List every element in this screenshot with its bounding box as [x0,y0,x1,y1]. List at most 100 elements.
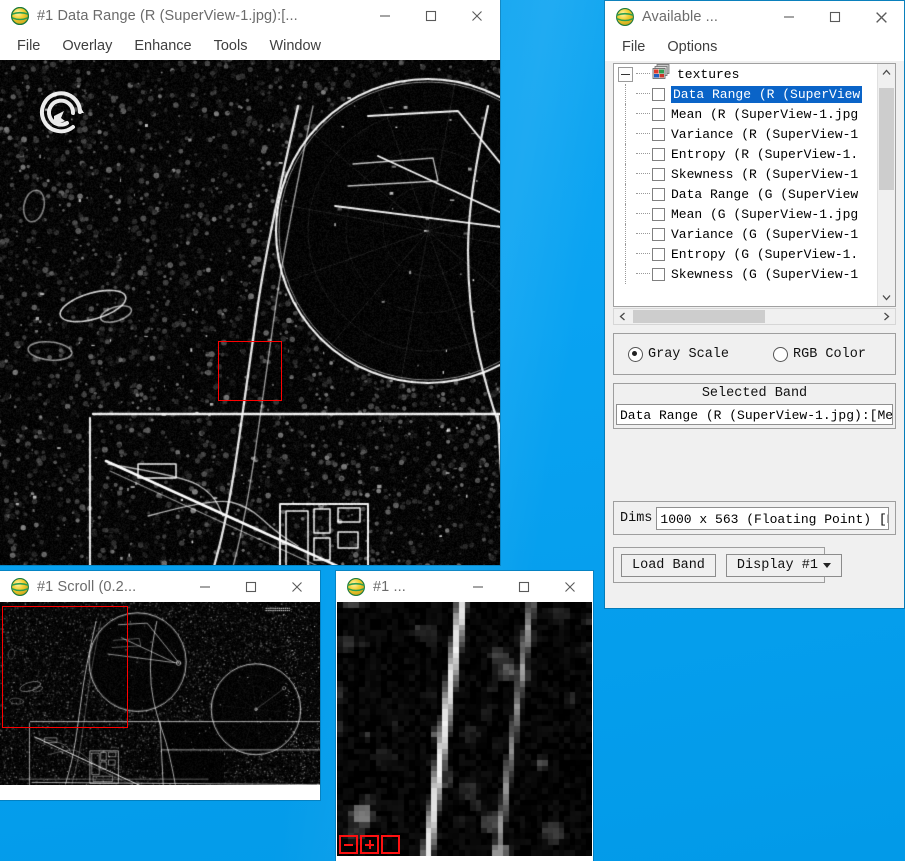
band-checkbox[interactable] [652,127,665,141]
menu-file[interactable]: File [8,36,49,56]
zoom-window-titlebar[interactable]: #1 ... [336,571,593,602]
tree-item-band[interactable]: Mean (R (SuperView-1.jpg [614,104,878,124]
close-icon[interactable] [547,571,593,602]
band-tree-panel[interactable]: textures Data Range (R (SuperView Mean (R… [613,63,896,307]
main-image-canvas[interactable] [0,60,500,565]
zoom-image-canvas[interactable] [337,602,592,856]
horizontal-scroll-thumb[interactable] [633,310,765,323]
main-display-window[interactable]: #1 Data Range (R (SuperView-1.jpg):[... … [0,0,500,565]
selected-band-group: Selected Band Data Range (R (SuperView-1… [613,383,896,429]
tree-item-band[interactable]: Entropy (R (SuperView-1. [614,144,878,164]
available-bands-titlebar[interactable]: Available ... [605,1,904,33]
scroll-right-icon[interactable] [878,309,895,324]
selected-band-field[interactable]: Data Range (R (SuperView-1.jpg):[Mem [616,404,893,425]
main-display-menubar[interactable]: File Overlay Enhance Tools Window [0,32,500,60]
available-bands-window-controls [766,1,904,33]
tree-connector [636,233,650,235]
minimize-icon[interactable] [766,1,812,33]
zoom-window-title: #1 ... [373,578,406,595]
main-display-titlebar[interactable]: #1 Data Range (R (SuperView-1.jpg):[... [0,0,500,32]
menu-file[interactable]: File [613,37,654,57]
band-checkbox[interactable] [652,187,665,201]
band-label: Entropy (G (SuperView-1. [671,246,859,262]
load-band-button[interactable]: Load Band [621,553,716,577]
scroll-overview-window[interactable]: #1 Scroll (0.2... [0,571,320,800]
display-selector-label: Display #1 [736,557,818,573]
zoom-control-cluster[interactable] [339,835,400,854]
tree-item-band[interactable]: Mean (G (SuperView-1.jpg [614,204,878,224]
scroll-up-icon[interactable] [878,64,895,81]
scroll-image-canvas[interactable] [0,602,320,785]
band-tree-horizontal-scrollbar[interactable] [613,308,896,325]
menu-window[interactable]: Window [260,36,330,56]
tree-item-band[interactable]: Variance (R (SuperView-1 [614,124,878,144]
maximize-icon[interactable] [228,571,274,602]
scroll-window-controls [182,571,320,602]
tree-item-band[interactable]: Skewness (R (SuperView-1 [614,164,878,184]
menu-options[interactable]: Options [658,37,726,57]
band-checkbox[interactable] [652,147,665,161]
maximize-icon[interactable] [501,571,547,602]
tree-connector [636,113,650,115]
minimize-icon[interactable] [182,571,228,602]
display-selector-button[interactable]: Display #1 [725,553,842,577]
band-tree-scroll-area[interactable]: textures Data Range (R (SuperView Mean (R… [614,64,878,306]
collapse-expander-icon[interactable] [618,66,633,82]
scroll-left-icon[interactable] [614,309,631,324]
tree-root-textures[interactable]: textures [614,64,878,84]
available-bands-window[interactable]: Available ... File Options textures Data… [605,1,904,608]
select-box-icon[interactable] [381,835,400,854]
tree-item-band[interactable]: Entropy (G (SuperView-1. [614,244,878,264]
tree-connector [625,104,626,124]
tree-item-band[interactable]: Data Range (G (SuperView [614,184,878,204]
chevron-down-icon [822,562,831,568]
tree-connector [636,93,650,95]
radio-rgb-color[interactable]: RGB Color [773,346,866,362]
tree-item-band[interactable]: Variance (G (SuperView-1 [614,224,878,244]
band-tree-vertical-scrollbar[interactable] [877,64,895,306]
tree-connector [636,133,650,135]
band-checkbox[interactable] [652,107,665,121]
envi-globe-icon [346,577,366,597]
maximize-icon[interactable] [408,0,454,32]
menu-overlay[interactable]: Overlay [53,36,121,56]
minimize-icon[interactable] [455,571,501,602]
tree-item-band[interactable]: Skewness (G (SuperView-1 [614,264,878,284]
maximize-icon[interactable] [812,1,858,33]
band-checkbox[interactable] [652,87,665,101]
main-display-title: #1 Data Range (R (SuperView-1.jpg):[... [37,8,298,24]
band-checkbox[interactable] [652,167,665,181]
radio-gray-scale[interactable]: Gray Scale [628,346,729,362]
tree-connector [636,153,650,155]
band-label: Mean (R (SuperView-1.jpg [671,106,859,122]
tree-connector [636,73,650,75]
tree-item-band[interactable]: Data Range (R (SuperView [614,84,878,104]
tree-connector [636,173,650,175]
zoom-out-icon[interactable] [339,835,358,854]
envi-globe-icon [10,6,30,26]
dims-label: Dims [620,510,653,526]
dims-field[interactable]: 1000 x 563 (Floating Point) [B: [656,506,889,530]
band-checkbox[interactable] [652,207,665,221]
scroll-window-title: #1 Scroll (0.2... [37,578,137,595]
scroll-image-raster[interactable] [0,602,320,785]
band-label: Variance (R (SuperView-1 [671,126,859,142]
band-checkbox[interactable] [652,247,665,261]
close-icon[interactable] [454,0,500,32]
minimize-icon[interactable] [362,0,408,32]
menu-tools[interactable]: Tools [205,36,257,56]
band-label: Skewness (R (SuperView-1 [671,166,859,182]
zoom-in-icon[interactable] [360,835,379,854]
scroll-window-titlebar[interactable]: #1 Scroll (0.2... [0,571,320,602]
band-checkbox[interactable] [652,267,665,281]
vertical-scroll-thumb[interactable] [879,88,894,190]
band-checkbox[interactable] [652,227,665,241]
scroll-down-icon[interactable] [878,289,895,306]
available-bands-menubar[interactable]: File Options [605,33,904,61]
envi-globe-icon [10,577,30,597]
close-icon[interactable] [274,571,320,602]
menu-enhance[interactable]: Enhance [125,36,200,56]
zoom-image-raster[interactable] [337,602,592,856]
zoom-window[interactable]: #1 ... [336,571,593,861]
close-icon[interactable] [858,1,904,33]
